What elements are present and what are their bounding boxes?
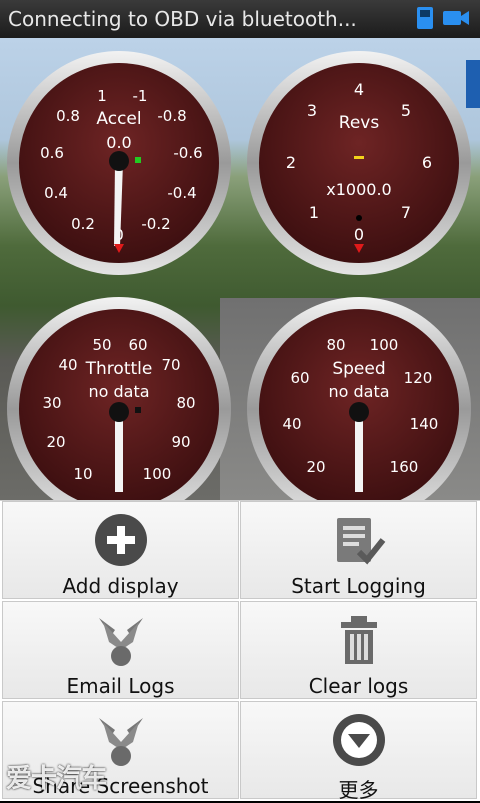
speed-tick-120: 120 [404, 369, 433, 387]
menu-item-more[interactable]: 更多 [240, 701, 477, 802]
revs-tick-2: 2 [286, 153, 296, 172]
throttle-tick-70: 70 [161, 356, 180, 374]
sim-card-icon [416, 6, 434, 34]
speed-tick-80: 80 [326, 336, 345, 354]
more-down-icon [331, 712, 387, 768]
throttle-needle-hub [109, 402, 129, 422]
speed-needle-hub [349, 402, 369, 422]
accel-tick-neg0.8: -0.8 [157, 107, 186, 125]
throttle-tick-90: 90 [171, 433, 190, 451]
accel-tick-neg0.4: -0.4 [167, 184, 196, 202]
throttle-gauge-status: no data [88, 382, 149, 401]
throttle-tick-100: 100 [143, 465, 172, 483]
speed-tick-140: 140 [410, 415, 439, 433]
accel-tick-0.2: 0.2 [71, 215, 95, 233]
accel-tick-1: 1 [97, 87, 107, 105]
menu-item-add-display[interactable]: Add display [2, 501, 239, 599]
revs-status-indicator [354, 156, 364, 159]
revs-tick-4: 4 [354, 80, 364, 99]
checklist-icon [331, 512, 387, 568]
throttle-tick-40: 40 [58, 356, 77, 374]
status-title: Connecting to OBD via bluetooth... [8, 7, 357, 31]
throttle-needle [115, 413, 123, 492]
accel-tick-neg1: -1 [133, 87, 148, 105]
accel-tick-0.6: 0.6 [40, 144, 64, 162]
speed-tick-40: 40 [282, 415, 301, 433]
speed-gauge[interactable]: 80 100 60 120 40 140 20 160 Speed no dat… [246, 296, 472, 522]
accel-tick-neg0.6: -0.6 [173, 144, 202, 162]
throttle-tick-80: 80 [176, 394, 195, 412]
throttle-gauge-title: Throttle [85, 359, 153, 379]
speed-tick-100: 100 [370, 336, 399, 354]
menu-item-start-logging[interactable]: Start Logging [240, 501, 477, 599]
menu-item-label: Clear logs [308, 674, 409, 698]
accel-tick-0.4: 0.4 [44, 184, 68, 202]
add-circle-icon [93, 512, 149, 568]
revs-gauge-title: Revs [339, 113, 380, 133]
accel-gauge-title: Accel [96, 109, 141, 129]
menu-item-label: Email Logs [66, 674, 175, 698]
throttle-tick-30: 30 [42, 394, 61, 412]
accel-needle-hub [109, 151, 129, 171]
accel-gauge[interactable]: 1 -1 0.8 -0.8 0.6 -0.6 0.4 -0.4 0.2 -0.2… [6, 50, 232, 276]
status-icons [416, 6, 470, 34]
speed-gauge-status: no data [328, 382, 389, 401]
menu-item-label: 更多 [338, 778, 379, 802]
accel-gauge-value: 0.0 [106, 133, 131, 152]
menu-item-label: Start Logging [291, 574, 426, 598]
speed-tick-20: 20 [306, 458, 325, 476]
revs-gauge-unit: x1000.0 [326, 180, 391, 199]
revs-tick-7: 7 [401, 203, 411, 222]
revs-gauge[interactable]: 4 3 5 2 6 1 7 0 Revs x1000.0 [246, 50, 472, 276]
accel-status-indicator [135, 157, 141, 163]
revs-tick-5: 5 [401, 101, 411, 120]
throttle-gauge[interactable]: 50 60 40 70 30 80 20 90 10 100 Throttle … [6, 296, 232, 522]
speed-gauge-title: Speed [332, 359, 385, 379]
speed-needle [355, 413, 363, 492]
accel-tick-0.8: 0.8 [56, 107, 80, 125]
revs-tick-6: 6 [422, 153, 432, 172]
status-bar: Connecting to OBD via bluetooth... [0, 0, 480, 38]
revs-tick-1: 1 [309, 203, 319, 222]
watermark: 爱卡汽车 [6, 764, 107, 794]
throttle-tick-20: 20 [46, 433, 65, 451]
revs-needle-hub [356, 215, 362, 221]
options-menu: Add display Start Logging Email Logs Cle… [0, 500, 480, 802]
throttle-status-indicator [135, 407, 141, 413]
menu-item-email-logs[interactable]: Email Logs [2, 601, 239, 699]
video-camera-icon [442, 6, 470, 34]
speed-tick-60: 60 [290, 369, 309, 387]
accel-tick-neg0.2: -0.2 [141, 215, 170, 233]
revs-tick-0: 0 [354, 225, 364, 244]
throttle-tick-60: 60 [128, 336, 147, 354]
throttle-tick-50: 50 [92, 336, 111, 354]
speed-tick-160: 160 [390, 458, 419, 476]
share-icon [93, 612, 149, 668]
trash-icon [331, 612, 387, 668]
menu-item-clear-logs[interactable]: Clear logs [240, 601, 477, 699]
throttle-tick-10: 10 [73, 465, 92, 483]
revs-tick-3: 3 [307, 101, 317, 120]
menu-item-label: Add display [62, 574, 179, 598]
